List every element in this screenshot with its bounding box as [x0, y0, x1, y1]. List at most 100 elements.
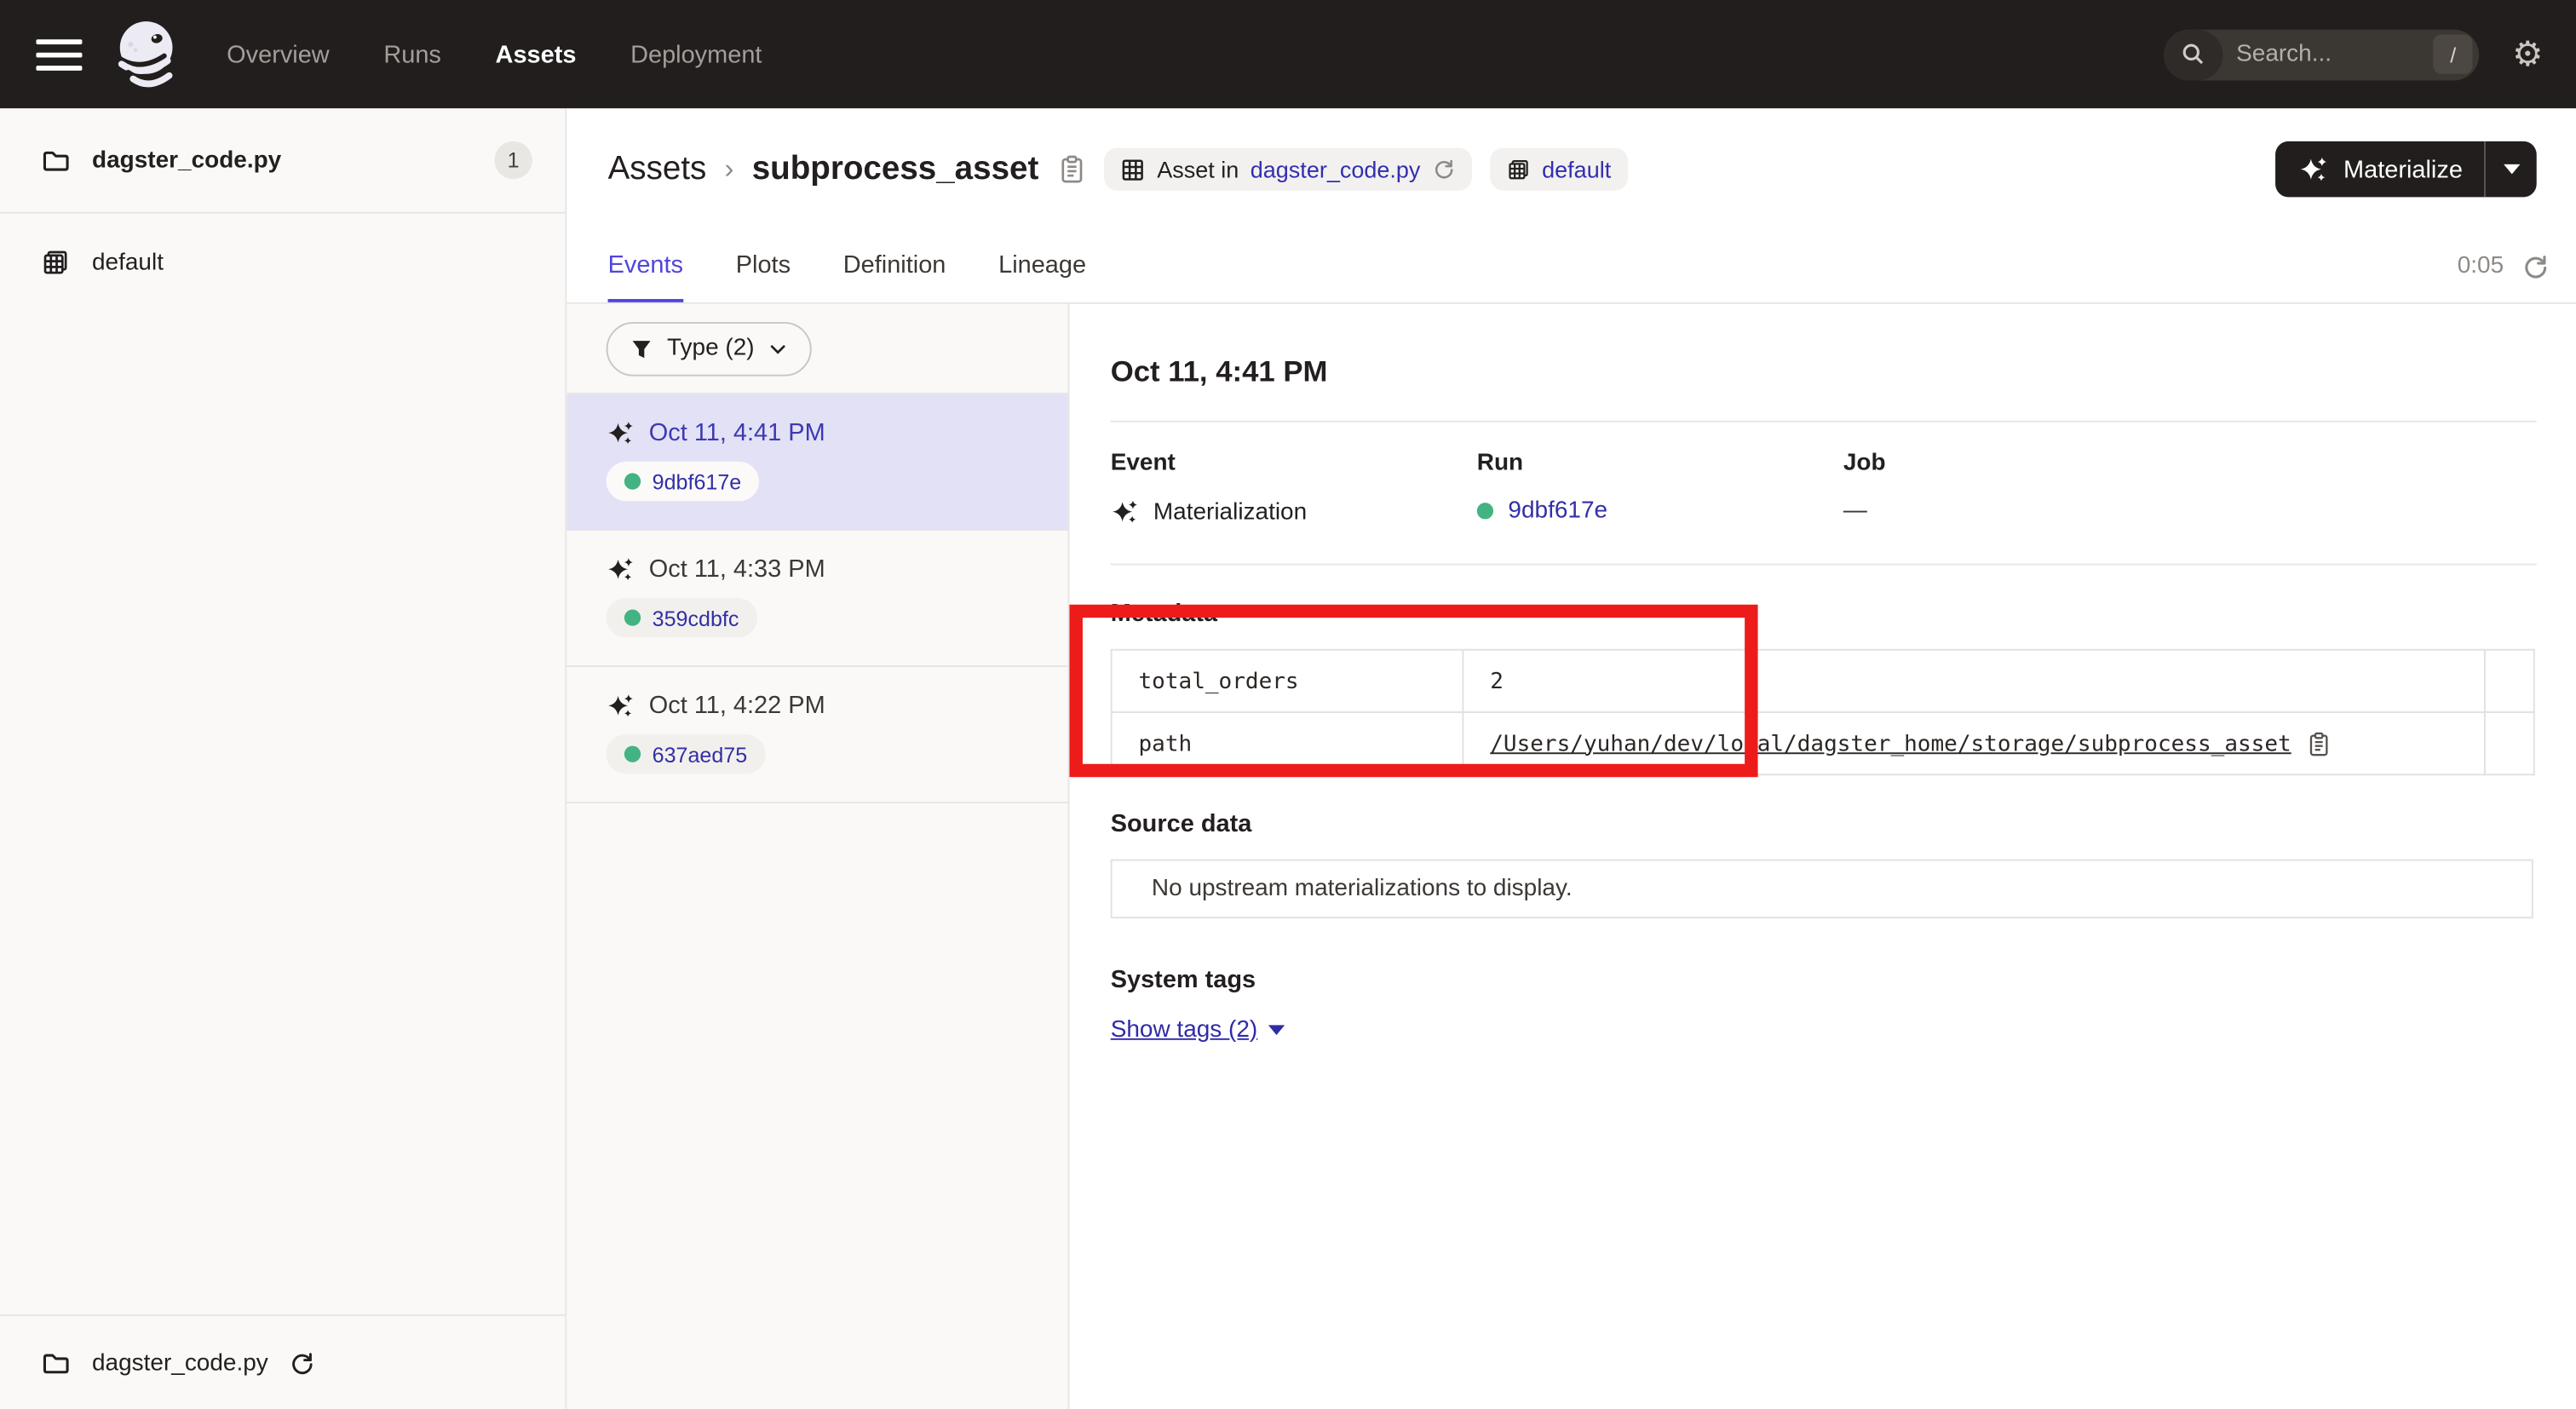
caret-down-icon [2503, 164, 2519, 175]
metadata-row: path /Users/yuhan/dev/local/dagster_home… [1112, 712, 2534, 774]
table-grid-icon [1121, 157, 1146, 181]
breadcrumb: Assets › subprocess_asset [608, 150, 1039, 187]
refresh-countdown: 0:05 [2458, 253, 2504, 279]
hamburger-menu-icon[interactable] [20, 16, 95, 92]
asset-group-icon [1506, 157, 1531, 181]
run-column-label: Run [1477, 450, 1843, 476]
event-detail-title: Oct 11, 4:41 PM [1111, 355, 2537, 390]
chevron-down-icon [768, 337, 789, 359]
materialization-sparkle-icon [607, 419, 635, 447]
global-search[interactable]: / [2164, 29, 2479, 80]
asset-header: Assets › subprocess_asset [566, 108, 2576, 230]
run-id-pill[interactable]: 359cdbfc [607, 598, 757, 637]
refresh-icon[interactable] [2521, 252, 2550, 280]
run-id-link[interactable]: 9dbf617e [1508, 497, 1607, 524]
search-input[interactable] [2223, 41, 2434, 67]
asset-sidebar: dagster_code.py 1 default [0, 108, 566, 1409]
sidebar-bottom-code-location[interactable]: dagster_code.py [0, 1314, 565, 1409]
asset-definition-tag[interactable]: Asset in dagster_code.py [1104, 148, 1471, 191]
materialize-split-button: Materialize [2276, 141, 2537, 198]
metadata-value: 2 [1463, 650, 2485, 712]
top-nav: Overview Runs Assets Deployment / ⚙ [0, 0, 2576, 108]
metadata-heading: Metadata [1111, 600, 2537, 628]
tab-lineage[interactable]: Lineage [998, 230, 1086, 302]
nav-item-runs[interactable]: Runs [383, 40, 441, 68]
job-column-label: Job [1843, 450, 2210, 476]
event-type-value: Materialization [1153, 498, 1307, 525]
asset-group-tag[interactable]: default [1489, 148, 1627, 191]
show-tags-label: Show tags (2) [1111, 1017, 1258, 1044]
materialization-sparkle-icon [607, 555, 635, 584]
metadata-path-link[interactable]: /Users/yuhan/dev/local/dagster_home/stor… [1490, 730, 2291, 756]
sidebar-group-label: default [92, 250, 164, 276]
system-tags-heading: System tags [1111, 966, 2537, 994]
event-timestamp: Oct 11, 4:41 PM [649, 419, 825, 447]
materialization-sparkle-icon [1111, 497, 1139, 526]
job-value: — [1843, 497, 2210, 524]
run-id-label: 637aed75 [653, 742, 748, 767]
run-id-pill[interactable]: 9dbf617e [607, 462, 760, 501]
folder-icon [41, 1348, 71, 1377]
materialize-button[interactable]: Materialize [2276, 141, 2484, 198]
sidebar-item-code-location[interactable]: dagster_code.py 1 [0, 108, 565, 213]
event-column-label: Event [1111, 450, 1477, 476]
search-shortcut-key: / [2434, 34, 2473, 73]
run-id-label: 9dbf617e [653, 469, 742, 494]
sparkle-icon [2299, 154, 2329, 184]
events-list-panel: Type (2) [566, 304, 1069, 1409]
run-id-label: 359cdbfc [653, 606, 739, 630]
sidebar-bottom-label: dagster_code.py [92, 1349, 268, 1376]
type-filter-button[interactable]: Type (2) [607, 321, 812, 376]
nav-item-assets[interactable]: Assets [496, 40, 577, 68]
asset-count-badge: 1 [494, 141, 532, 179]
refresh-icon[interactable] [1432, 158, 1455, 181]
copy-asset-name-icon[interactable] [1060, 154, 1084, 184]
events-filter-row: Type (2) [566, 304, 1067, 394]
run-success-dot [1477, 503, 1493, 519]
sidebar-item-group-default[interactable]: default [0, 221, 565, 303]
nav-item-deployment[interactable]: Deployment [630, 40, 762, 68]
event-list-item[interactable]: Oct 11, 4:22 PM 637aed75 [566, 667, 1067, 803]
event-detail-panel: Oct 11, 4:41 PM Event [1069, 304, 2575, 1409]
tab-definition[interactable]: Definition [843, 230, 946, 302]
dagster-logo-icon[interactable] [108, 14, 184, 94]
primary-nav: Overview Runs Assets Deployment [227, 40, 762, 68]
run-id-pill[interactable]: 637aed75 [607, 734, 766, 774]
asset-group-icon [41, 248, 71, 278]
tab-plots[interactable]: Plots [736, 230, 791, 302]
folder-icon [41, 146, 71, 175]
asset-tag-code-location-link[interactable]: dagster_code.py [1251, 156, 1421, 182]
event-timestamp: Oct 11, 4:22 PM [649, 692, 825, 720]
metadata-row: total_orders 2 [1112, 650, 2534, 712]
asset-tabs: Events Plots Definition Lineage 0:05 [566, 230, 2576, 304]
materialize-dropdown-button[interactable] [2484, 141, 2537, 198]
source-data-empty-state: No upstream materializations to display. [1111, 860, 2533, 918]
main-content: Assets › subprocess_asset [566, 108, 2576, 1409]
run-success-dot [624, 473, 641, 489]
group-tag-link[interactable]: default [1542, 156, 1611, 182]
event-list-item[interactable]: Oct 11, 4:33 PM 359cdbfc [566, 531, 1067, 667]
materialization-sparkle-icon [607, 692, 635, 720]
filter-funnel-icon [630, 336, 654, 360]
breadcrumb-assets-link[interactable]: Assets [608, 150, 707, 187]
settings-gear-icon[interactable]: ⚙ [2512, 37, 2543, 71]
run-success-dot [624, 609, 641, 625]
metadata-key: total_orders [1112, 650, 1463, 712]
sidebar-code-location-label: dagster_code.py [92, 147, 281, 174]
type-filter-label: Type (2) [667, 335, 755, 361]
breadcrumb-chevron-icon: › [725, 152, 734, 186]
tab-events[interactable]: Events [608, 230, 683, 302]
nav-item-overview[interactable]: Overview [227, 40, 330, 68]
asset-tag-prefix: Asset in [1157, 156, 1239, 182]
event-timestamp: Oct 11, 4:33 PM [649, 555, 825, 584]
copy-path-icon[interactable] [2308, 730, 2329, 756]
metadata-key: path [1112, 712, 1463, 774]
reload-icon[interactable] [290, 1349, 316, 1376]
page-title: subprocess_asset [752, 150, 1039, 187]
caret-down-icon [1269, 1025, 1285, 1035]
run-success-dot [624, 746, 641, 762]
metadata-table: total_orders 2 path /Users/yuhan/dev/loc… [1111, 649, 2535, 776]
event-list-item[interactable]: Oct 11, 4:41 PM 9dbf617e [566, 394, 1067, 531]
search-icon [2164, 29, 2222, 80]
show-tags-toggle[interactable]: Show tags (2) [1111, 1017, 1285, 1044]
